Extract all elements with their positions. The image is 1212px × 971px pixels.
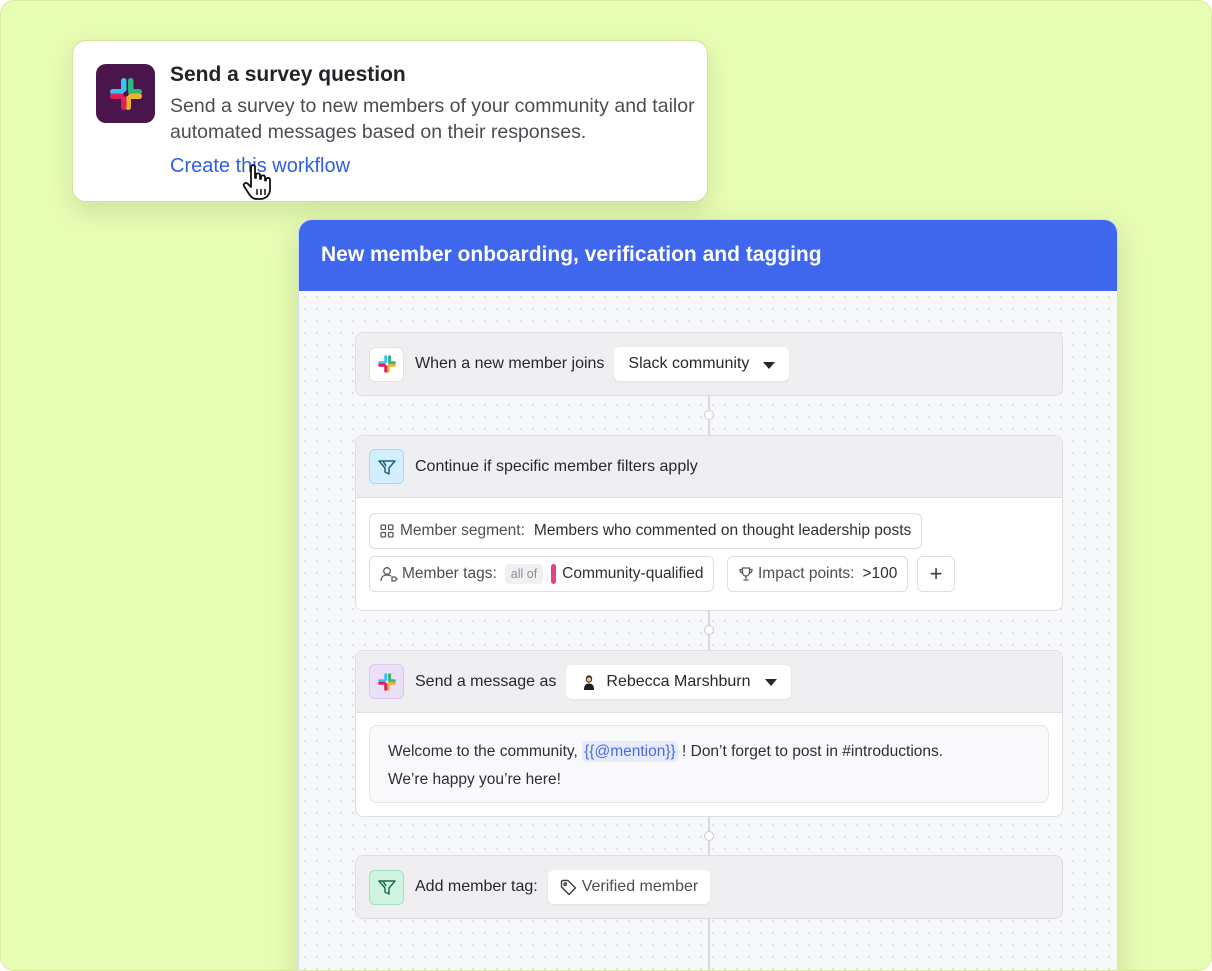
caret-down-icon: [764, 679, 777, 686]
survey-card: Send a survey question Send a survey to …: [72, 40, 708, 202]
trophy-icon: [739, 567, 753, 581]
sender-name: Rebecca Marshburn: [606, 672, 751, 690]
segment-value: Members who commented on thought leaders…: [533, 522, 912, 539]
tag-icon: [560, 879, 576, 895]
add-tag-label: Add member tag:: [415, 878, 538, 895]
workflow-panel: New member onboarding, verification and …: [298, 219, 1118, 970]
survey-title: Send a survey question: [170, 63, 406, 86]
member-tags-chip[interactable]: Member tags: all of Community-qualified: [369, 556, 715, 592]
impact-label: Impact points:: [758, 565, 855, 582]
sender-select[interactable]: Rebecca Marshburn: [566, 664, 791, 699]
impact-value: >100: [862, 565, 898, 582]
caret-down-icon: [763, 361, 776, 369]
filter-label: Continue if specific member filters appl…: [415, 457, 698, 475]
message-text-start: Welcome to the community,: [388, 743, 583, 760]
tag-select[interactable]: Verified member: [547, 870, 711, 904]
tags-label: Member tags:: [402, 565, 497, 582]
community-select[interactable]: Slack community: [614, 347, 790, 381]
hand-cursor-icon: [242, 164, 271, 200]
message-text-end: ! Don’t forget to post in #introductions…: [677, 743, 944, 760]
add-filter-button[interactable]: +: [917, 556, 955, 592]
slack-logo-icon: [369, 664, 404, 699]
member-segment-chip[interactable]: Member segment: Members who commented on…: [369, 513, 923, 549]
connector-dot: [704, 625, 714, 635]
message-step[interactable]: Send a message as Rebecca Marshburn Welc…: [355, 650, 1063, 817]
trigger-step[interactable]: When a new member joins Slack community: [355, 332, 1063, 396]
member-tag-icon: [380, 567, 398, 582]
tags-mode: all of: [504, 564, 544, 584]
community-select-value: Slack community: [628, 355, 750, 372]
tag-value: Verified member: [581, 878, 699, 895]
message-label: Send a message as: [415, 672, 557, 690]
impact-points-chip[interactable]: Impact points: >100: [727, 556, 909, 592]
connector-dot: [704, 831, 714, 841]
message-editor[interactable]: Welcome to the community, {{@mention}} !…: [369, 725, 1049, 803]
mention-variable[interactable]: {{@mention}}: [582, 741, 678, 762]
slack-logo-icon: [369, 346, 404, 382]
filter-icon: [369, 869, 404, 905]
avatar-icon: [584, 674, 595, 690]
add-tag-step[interactable]: Add member tag: Verified member: [355, 855, 1063, 919]
trigger-label: When a new member joins: [415, 355, 605, 372]
workflow-canvas: When a new member joins Slack community: [299, 291, 1117, 970]
tag-color-bar: [551, 564, 557, 584]
slack-logo-icon: [96, 64, 155, 123]
filter-icon: [369, 449, 404, 484]
filter-step[interactable]: Continue if specific member filters appl…: [355, 435, 1063, 611]
segment-grid-icon: [380, 524, 394, 538]
connector-line: [708, 919, 710, 970]
workflow-title: New member onboarding, verification and …: [299, 220, 1117, 291]
survey-description: Send a survey to new members of your com…: [170, 95, 695, 143]
tags-value: Community-qualified: [562, 565, 704, 582]
segment-label: Member segment:: [400, 522, 525, 539]
page-background: Send a survey question Send a survey to …: [0, 0, 1212, 971]
message-text-line2: We’re happy you’re here!: [388, 771, 561, 788]
connector-dot: [704, 410, 714, 420]
